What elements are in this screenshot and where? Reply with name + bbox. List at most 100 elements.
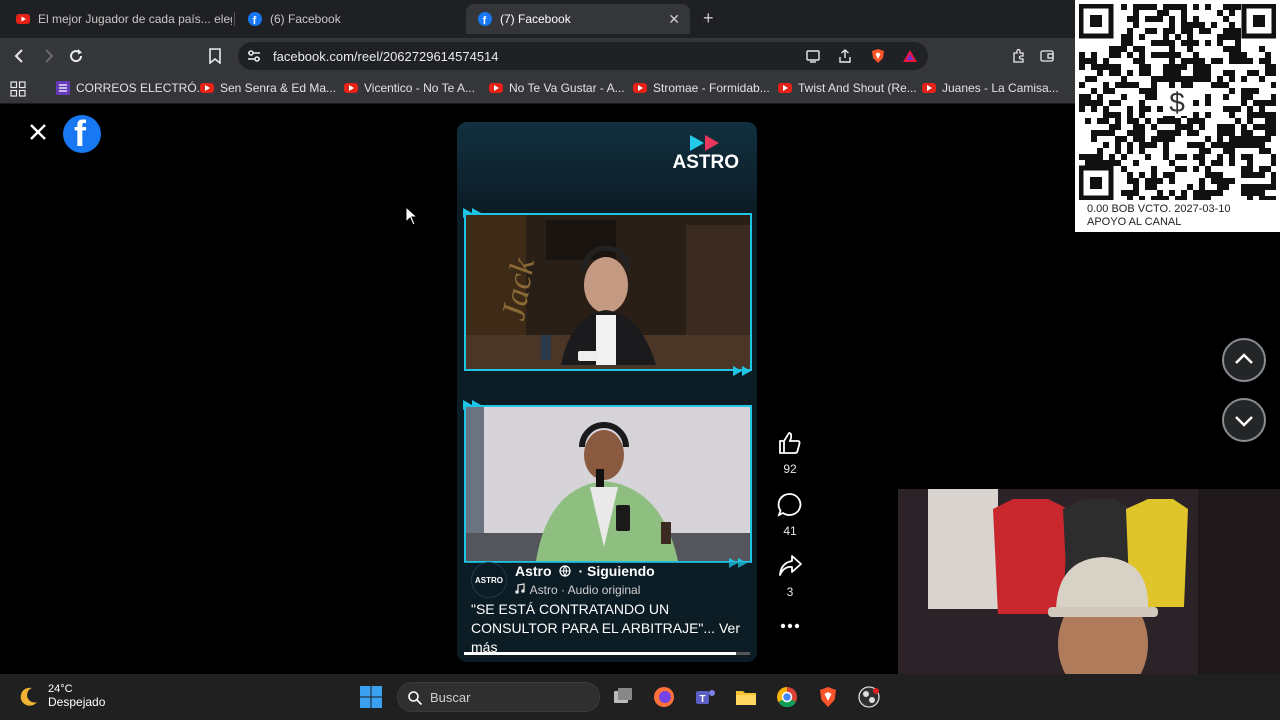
qr-module bbox=[1265, 118, 1271, 124]
tab-facebook-6[interactable]: f (6) Facebook bbox=[236, 4, 462, 34]
taskbar-search[interactable]: Buscar bbox=[397, 682, 600, 712]
qr-module bbox=[1211, 82, 1217, 88]
qr-module bbox=[1187, 130, 1193, 136]
qr-module bbox=[1163, 76, 1169, 82]
qr-module bbox=[1085, 94, 1091, 100]
qr-module bbox=[1163, 136, 1169, 142]
qr-module bbox=[1115, 46, 1121, 52]
tab-youtube-video[interactable]: El mejor Jugador de cada país... elegi bbox=[4, 4, 232, 34]
close-icon[interactable] bbox=[28, 122, 48, 142]
qr-module bbox=[1229, 142, 1235, 148]
bookmark-item[interactable]: Sen Senra & Ed Ma... bbox=[200, 81, 336, 95]
new-tab-button[interactable]: + bbox=[703, 8, 714, 29]
bookmark-item[interactable]: Stromae - Formidab... bbox=[633, 81, 770, 95]
qr-module bbox=[1259, 76, 1265, 82]
qr-module bbox=[1169, 70, 1175, 76]
qr-module bbox=[1271, 64, 1276, 70]
windows-taskbar: 24°C Despejado Buscar T bbox=[0, 674, 1280, 720]
brave-rewards-icon[interactable] bbox=[902, 48, 918, 64]
qr-module bbox=[1247, 112, 1253, 118]
previous-reel-button[interactable] bbox=[1222, 338, 1266, 382]
qr-module bbox=[1151, 76, 1157, 82]
qr-module bbox=[1241, 58, 1247, 64]
task-view-icon[interactable] bbox=[611, 685, 635, 709]
qr-module bbox=[1199, 76, 1205, 82]
qr-module bbox=[1205, 70, 1211, 76]
more-options-button[interactable] bbox=[770, 616, 810, 641]
caption-text: "SE ESTÁ CONTRATANDO UN CONSULTOR PARA E… bbox=[471, 601, 716, 636]
qr-module bbox=[1235, 58, 1241, 64]
qr-module bbox=[1121, 190, 1127, 196]
author-name[interactable]: Astro bbox=[515, 563, 552, 579]
video-progress-bar[interactable] bbox=[464, 652, 750, 655]
apps-grid-icon[interactable] bbox=[10, 81, 26, 97]
qr-module bbox=[1169, 160, 1175, 166]
qr-module bbox=[1217, 82, 1223, 88]
obs-icon[interactable] bbox=[857, 685, 881, 709]
qr-module bbox=[1157, 76, 1163, 82]
astro-brand-text: ASTRO bbox=[672, 152, 740, 173]
extensions-button[interactable] bbox=[1009, 46, 1029, 66]
qr-module bbox=[1217, 172, 1223, 178]
qr-module bbox=[1199, 142, 1205, 148]
sidebar-button[interactable] bbox=[1037, 46, 1057, 66]
mouse-cursor-icon bbox=[405, 206, 419, 226]
brave-browser-icon[interactable] bbox=[816, 685, 840, 709]
bookmark-correos[interactable]: CORREOS ELECTRÓ... bbox=[56, 81, 207, 95]
bookmark-item[interactable]: Twist And Shout (Re... bbox=[778, 81, 917, 95]
video-frame-guest bbox=[464, 405, 752, 563]
address-bar[interactable]: facebook.com/reel/2062729614574514 bbox=[238, 42, 928, 70]
share-icon[interactable] bbox=[837, 48, 853, 64]
share-button[interactable]: 3 bbox=[770, 553, 810, 599]
file-explorer-icon[interactable] bbox=[734, 685, 758, 709]
facebook-icon: f bbox=[248, 12, 262, 26]
teams-icon[interactable]: T bbox=[693, 685, 717, 709]
qr-module bbox=[1151, 166, 1157, 172]
qr-module bbox=[1187, 82, 1193, 88]
like-button[interactable]: 92 bbox=[770, 430, 810, 476]
bookmark-button[interactable] bbox=[205, 46, 225, 66]
chevron-down-icon bbox=[1235, 416, 1253, 427]
qr-module bbox=[1193, 196, 1199, 200]
qr-module bbox=[1265, 100, 1271, 106]
qr-module bbox=[1169, 130, 1175, 136]
qr-module bbox=[1193, 130, 1199, 136]
reel-video[interactable]: ASTRO Jack ASTRO Astro · Siguiendo Astro… bbox=[457, 122, 757, 662]
weather-widget[interactable]: 24°C Despejado bbox=[18, 683, 105, 709]
qr-module bbox=[1181, 4, 1187, 10]
next-reel-button[interactable] bbox=[1222, 398, 1266, 442]
qr-module bbox=[1229, 10, 1235, 16]
back-button[interactable] bbox=[10, 46, 30, 66]
brave-shield-icon[interactable] bbox=[870, 48, 886, 64]
qr-module bbox=[1271, 112, 1276, 118]
qr-module bbox=[1271, 70, 1276, 76]
bookmark-item[interactable]: No Te Va Gustar - A... bbox=[489, 81, 625, 95]
bookmark-item[interactable]: Juanes - La Camisa... bbox=[922, 81, 1059, 95]
qr-module bbox=[1181, 64, 1187, 70]
tab-facebook-7-active[interactable]: f (7) Facebook ✕ bbox=[466, 4, 690, 34]
avatar[interactable]: ASTRO bbox=[471, 562, 507, 598]
qr-module bbox=[1151, 52, 1157, 58]
close-tab-icon[interactable]: ✕ bbox=[668, 11, 680, 28]
bookmark-item[interactable]: Vicentico - No Te A... bbox=[344, 81, 475, 95]
site-settings-icon[interactable] bbox=[246, 48, 262, 64]
follow-status[interactable]: · Siguiendo bbox=[578, 563, 654, 579]
firefox-icon[interactable] bbox=[652, 685, 676, 709]
qr-module bbox=[1211, 22, 1217, 28]
qr-module bbox=[1259, 166, 1265, 172]
forward-button[interactable] bbox=[38, 46, 58, 66]
bookmark-label: Vicentico - No Te A... bbox=[364, 81, 475, 95]
windows-start-icon[interactable] bbox=[359, 685, 383, 709]
reload-button[interactable] bbox=[66, 46, 86, 66]
qr-module bbox=[1103, 130, 1109, 136]
cast-icon[interactable] bbox=[805, 48, 821, 64]
qr-module bbox=[1127, 190, 1133, 196]
qr-module bbox=[1175, 70, 1181, 76]
comment-button[interactable]: 41 bbox=[770, 492, 810, 538]
qr-module bbox=[1175, 154, 1181, 160]
qr-module bbox=[1211, 142, 1217, 148]
audio-label[interactable]: Astro · Audio original bbox=[530, 583, 641, 597]
qr-module bbox=[1097, 118, 1103, 124]
facebook-logo[interactable]: f bbox=[63, 113, 101, 154]
chrome-icon[interactable] bbox=[775, 685, 799, 709]
